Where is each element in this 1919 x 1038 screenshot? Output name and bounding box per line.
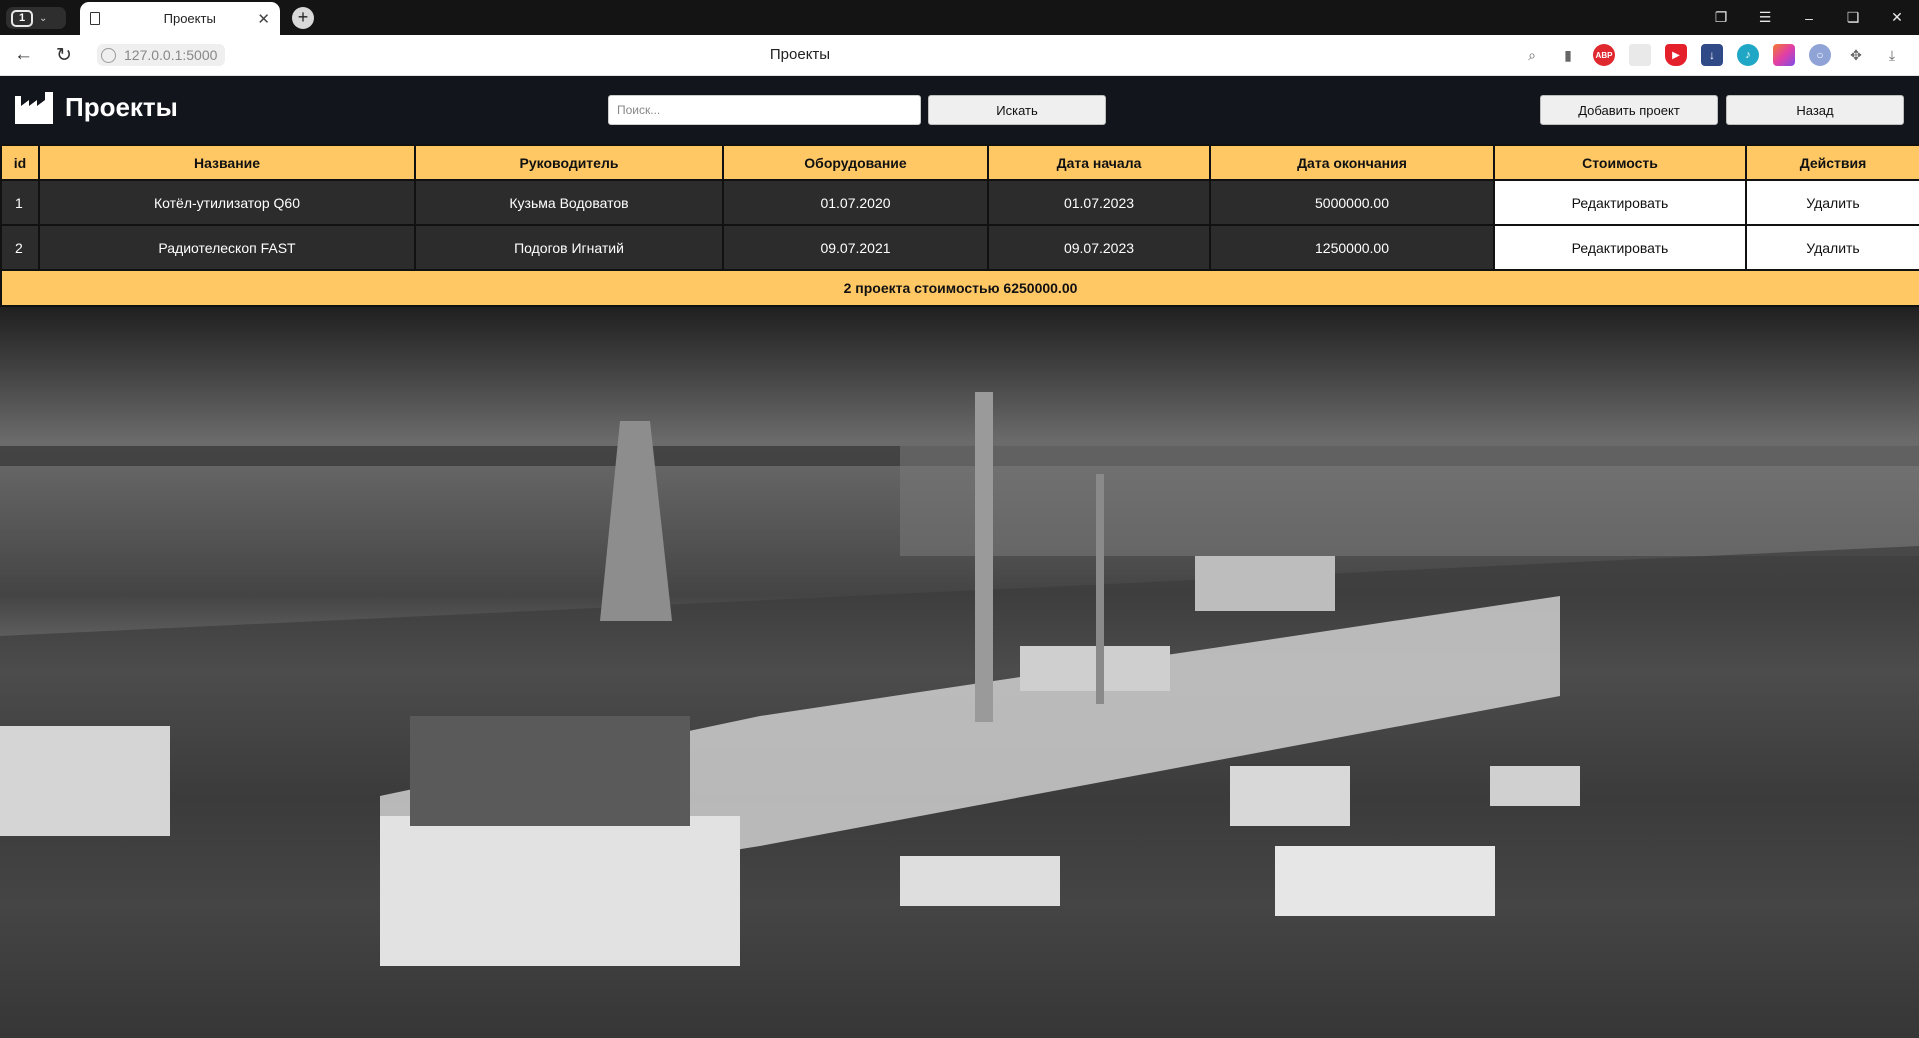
cell-manager: Подогов Игнатий	[414, 224, 724, 271]
cell-end-date: 1250000.00	[1209, 224, 1495, 271]
column-header[interactable]: Название	[38, 144, 416, 181]
app-header: Проекты Искать Добавить проект Назад	[0, 76, 1919, 144]
chevron-down-icon: ⌄	[39, 12, 48, 24]
browser-tab[interactable]: Проекты ✕	[80, 2, 280, 35]
tab-counter-button[interactable]: 1 ⌄	[6, 7, 66, 29]
table-row: 2 Радиотелескоп FAST Подогов Игнатий 09.…	[0, 224, 1919, 271]
menu-icon[interactable]: ☰	[1743, 9, 1787, 26]
table-footer-row: 2 проекта стоимостью 6250000.00	[0, 269, 1919, 307]
projects-total-summary: 2 проекта стоимостью 6250000.00	[0, 269, 1919, 307]
search-input[interactable]	[608, 95, 921, 125]
shield-extension-icon[interactable]: ▶	[1665, 44, 1687, 66]
bookmarks-panel-icon[interactable]: ❐	[1699, 9, 1743, 26]
restore-icon[interactable]: ❏	[1831, 9, 1875, 26]
add-project-button[interactable]: Добавить проект	[1540, 95, 1718, 125]
close-tab-icon[interactable]: ✕	[257, 10, 270, 28]
cell-start-date: 01.07.2023	[987, 179, 1211, 226]
cell-name: Котёл-утилизатор Q60	[38, 179, 416, 226]
page-icon	[90, 12, 100, 25]
column-header[interactable]: Руководитель	[414, 144, 724, 181]
abp-icon[interactable]: ABP	[1593, 44, 1615, 66]
table-header-row: id Название Руководитель Оборудование Да…	[0, 144, 1919, 181]
address-bar: ← ↻ 127.0.0.1:5000 Проекты ⌕ ▮ ABP ▶ ↓ ♪…	[0, 35, 1919, 76]
minimize-icon[interactable]: –	[1787, 10, 1831, 26]
tab-count: 1	[11, 9, 33, 27]
tab-title: Проекты	[163, 11, 216, 26]
search-button[interactable]: Искать	[928, 95, 1106, 125]
cell-id: 2	[0, 224, 40, 271]
cell-start-date: 09.07.2023	[987, 224, 1211, 271]
brand: Проекты	[15, 90, 178, 124]
delete-button[interactable]: Удалить	[1745, 224, 1919, 271]
column-header[interactable]: Дата начала	[987, 144, 1211, 181]
delete-button[interactable]: Удалить	[1745, 179, 1919, 226]
downloads-icon[interactable]: ⤓	[1881, 44, 1903, 66]
column-header[interactable]: Дата окончания	[1209, 144, 1495, 181]
column-header[interactable]: Оборудование	[722, 144, 989, 181]
back-button[interactable]: Назад	[1726, 95, 1904, 125]
new-tab-button[interactable]: +	[292, 7, 314, 29]
projects-table: id Название Руководитель Оборудование Да…	[0, 144, 1919, 307]
web-page: Проекты Искать Добавить проект Назад id …	[0, 76, 1919, 1038]
extensions-toolbar: ⌕ ▮ ABP ▶ ↓ ♪ ○ ✥ ⤓	[1521, 44, 1903, 66]
gradient-extension-icon[interactable]	[1773, 44, 1795, 66]
cell-equipment: 01.07.2020	[722, 179, 989, 226]
bookmark-icon[interactable]: ▮	[1557, 44, 1579, 66]
browser-tab-strip: 1 ⌄ Проекты ✕ + ❐ ☰ – ❏ ✕	[0, 0, 1919, 35]
edit-button[interactable]: Редактировать	[1493, 179, 1747, 226]
factory-icon	[15, 92, 53, 124]
download-extension-icon[interactable]: ↓	[1701, 44, 1723, 66]
cell-end-date: 5000000.00	[1209, 179, 1495, 226]
search-in-page-icon[interactable]: ⌕	[1521, 44, 1543, 66]
window-controls: ❐ ☰ – ❏ ✕	[1699, 0, 1919, 35]
blank-extension-icon[interactable]	[1629, 44, 1651, 66]
cell-id: 1	[0, 179, 40, 226]
edit-button[interactable]: Редактировать	[1493, 224, 1747, 271]
cell-manager: Кузьма Водоватов	[414, 179, 724, 226]
extensions-puzzle-icon[interactable]: ✥	[1845, 44, 1867, 66]
column-header[interactable]: Действия	[1745, 144, 1919, 181]
page-title-in-address-bar: Проекты	[769, 46, 831, 63]
tiktok-extension-icon[interactable]: ♪	[1737, 44, 1759, 66]
cell-equipment: 09.07.2021	[722, 224, 989, 271]
page-title: Проекты	[65, 91, 178, 122]
lens-extension-icon[interactable]: ○	[1809, 44, 1831, 66]
column-header[interactable]: Стоимость	[1493, 144, 1747, 181]
column-header[interactable]: id	[0, 144, 40, 181]
cell-name: Радиотелескоп FAST	[38, 224, 416, 271]
close-window-icon[interactable]: ✕	[1875, 9, 1919, 26]
table-row: 1 Котёл-утилизатор Q60 Кузьма Водоватов …	[0, 179, 1919, 226]
